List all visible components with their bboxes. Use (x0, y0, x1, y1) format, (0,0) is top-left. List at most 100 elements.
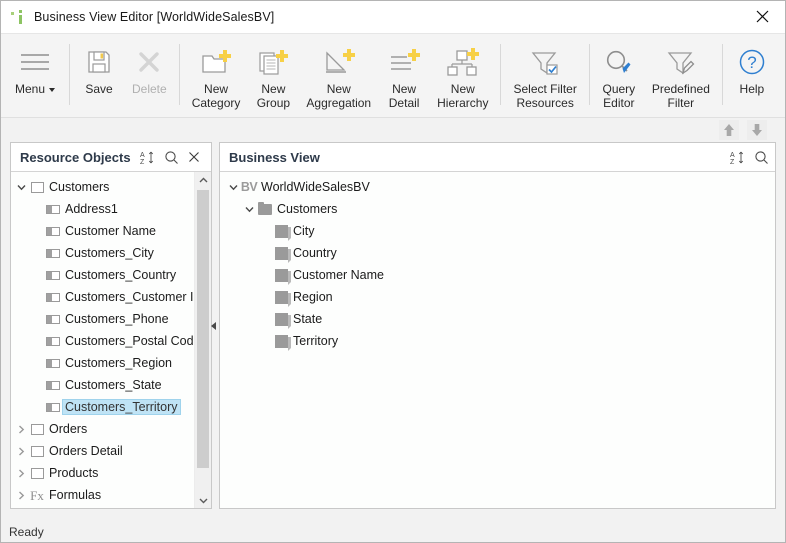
field-icon (46, 380, 60, 390)
close-icon[interactable] (188, 151, 200, 163)
tree-node[interactable]: Customers (220, 198, 775, 220)
new-category-button[interactable]: New Category (184, 34, 249, 117)
status-bar: Ready (1, 521, 785, 542)
tree-node[interactable]: BV WorldWideSalesBV (220, 176, 775, 198)
tree-node[interactable]: Customers_Customer ID (11, 286, 211, 308)
tree-node-label: WorldWideSalesBV (261, 180, 370, 194)
field-icon (46, 358, 60, 368)
business-view-title: Business View (229, 149, 320, 165)
business-view-tree[interactable]: BV WorldWideSalesBV Customers City Country Cu… (220, 172, 775, 508)
new-group-button[interactable]: New Group (248, 34, 298, 117)
query-editor-label: Query Editor (602, 82, 636, 110)
tree-expander[interactable] (14, 183, 28, 192)
search-icon[interactable] (754, 150, 769, 165)
tree-node-label: Address1 (65, 202, 118, 216)
tree-expander[interactable] (242, 205, 256, 214)
new-group-label: New Group (256, 82, 291, 110)
bv-field-icon (274, 268, 291, 285)
tree-node-label: Orders (49, 422, 88, 436)
sort-az-icon[interactable]: A Z (140, 150, 155, 165)
tree-node[interactable]: Country (220, 242, 775, 264)
query-editor-button[interactable]: Query Editor (594, 34, 644, 117)
tree-node[interactable]: State (220, 308, 775, 330)
search-icon[interactable] (164, 150, 179, 165)
tree-node[interactable]: Customers_Postal Code (11, 330, 211, 352)
floppy-disk-icon (84, 43, 114, 81)
tree-node[interactable]: Territory (220, 330, 775, 352)
hamburger-icon (18, 43, 52, 81)
tree-node-label: Customer Name (293, 268, 384, 282)
new-aggregation-button[interactable]: New Aggregation (298, 34, 379, 117)
menu-button[interactable]: Menu (5, 34, 65, 117)
tree-node[interactable]: Products (11, 462, 211, 484)
tree-node[interactable]: Customers_State (11, 374, 211, 396)
tree-expander[interactable] (14, 468, 28, 478)
tree-node-label: Customers_Customer ID (65, 290, 203, 304)
move-down-button[interactable] (747, 120, 767, 140)
tree-expander[interactable] (226, 183, 240, 192)
tree-node[interactable]: City (220, 220, 775, 242)
tree-expander[interactable] (14, 446, 28, 456)
chevron-right-icon (18, 424, 24, 434)
x-delete-icon (134, 43, 164, 81)
toolbar-separator-5 (721, 44, 723, 105)
tree-node[interactable]: Orders (11, 418, 211, 440)
svg-text:?: ? (747, 53, 756, 72)
resource-objects-tree[interactable]: Customers Address1 Customer Name Customers_… (11, 172, 211, 508)
delete-button[interactable]: Delete (124, 34, 175, 117)
tree-node[interactable]: Customers_Territory (11, 396, 211, 418)
save-button[interactable]: Save (74, 34, 124, 117)
tree-node[interactable]: Orders Detail (11, 440, 211, 462)
tree-node[interactable]: Customer Name (11, 220, 211, 242)
panel-splitter[interactable] (207, 142, 219, 509)
chevron-right-icon (18, 446, 24, 456)
tree-node[interactable]: Fx Formulas (11, 484, 211, 506)
question-circle-icon: ? (735, 43, 769, 81)
help-button[interactable]: ? Help (727, 34, 777, 117)
title-bar: Business View Editor [WorldWideSalesBV] (1, 1, 785, 34)
tree-node-label: Region (293, 290, 333, 304)
toolbar-separator (69, 44, 70, 105)
tree-expander[interactable] (14, 490, 28, 500)
main-toolbar: Menu Save Delete New Category New Group … (1, 34, 785, 118)
select-filter-resources-label: Select Filter Resources (513, 82, 577, 110)
new-detail-button[interactable]: New Detail (379, 34, 429, 117)
resource-objects-header: Resource Objects A Z (11, 143, 211, 172)
delete-label: Delete (132, 82, 167, 96)
folder-outline-icon (30, 181, 44, 193)
tree-node-label: Customers (277, 202, 338, 216)
tree-node[interactable]: Customers (11, 176, 211, 198)
tree-node-label: Customers_Postal Code (65, 334, 201, 348)
close-window-button[interactable] (740, 1, 785, 32)
folder-outline-icon (30, 467, 44, 479)
folder-outline-icon (30, 445, 44, 457)
tree-node[interactable]: Region (220, 286, 775, 308)
svg-text:A: A (730, 152, 735, 159)
select-filter-resources-button[interactable]: Select Filter Resources (505, 34, 584, 117)
business-view-header: Business View A Z (220, 143, 775, 172)
tree-node[interactable]: Customers_City (11, 242, 211, 264)
lines-plus-icon (387, 43, 421, 81)
business-view-panel: Business View A Z BV WorldWideSalesBV Cu… (219, 142, 776, 509)
tree-node-label: City (293, 224, 315, 238)
collapse-left-panel-icon (210, 321, 216, 330)
funnel-check-icon (528, 43, 562, 81)
sort-az-icon[interactable]: A Z (730, 150, 745, 165)
tree-node[interactable]: Address1 (11, 198, 211, 220)
move-up-button[interactable] (719, 120, 739, 140)
move-buttons-bar (1, 118, 785, 142)
tree-node[interactable]: Customer Name (220, 264, 775, 286)
tree-node[interactable]: Customers_Country (11, 264, 211, 286)
bv-field-icon (274, 312, 291, 329)
field-icon (46, 226, 60, 236)
tree-node[interactable]: Customers_Region (11, 352, 211, 374)
new-detail-label: New Detail (388, 82, 420, 110)
new-hierarchy-button[interactable]: New Hierarchy (429, 34, 496, 117)
tree-node[interactable]: Customers_Phone (11, 308, 211, 330)
toolbar-separator-3 (500, 44, 502, 105)
help-label: Help (739, 82, 765, 96)
tree-expander[interactable] (14, 424, 28, 434)
panels-area: Resource Objects A Z Customers Address1 … (1, 142, 785, 520)
predefined-filter-button[interactable]: Predefined Filter (644, 34, 718, 117)
field-icon (46, 336, 60, 346)
